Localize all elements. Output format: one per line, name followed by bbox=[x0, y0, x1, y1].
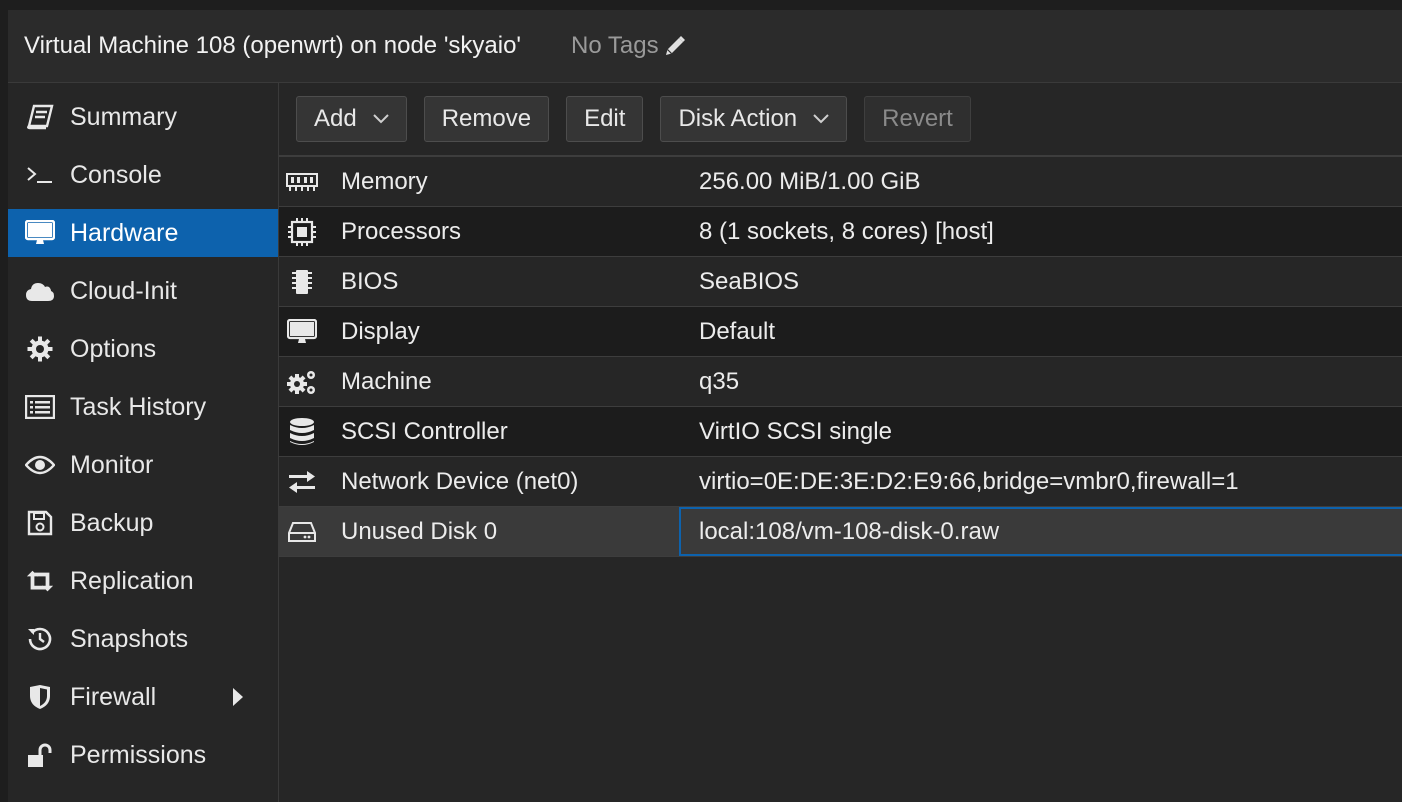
book-icon bbox=[25, 102, 55, 132]
database-icon bbox=[285, 417, 319, 447]
panel-header: Virtual Machine 108 (openwrt) on node 's… bbox=[8, 10, 1402, 83]
row-name: Processors bbox=[341, 217, 462, 245]
row-name: Display bbox=[341, 317, 420, 345]
terminal-icon bbox=[25, 160, 55, 190]
row-value: SeaBIOS bbox=[699, 267, 800, 295]
row-value: local:108/vm-108-disk-0.raw bbox=[679, 507, 1402, 556]
tags-editor[interactable]: No Tags bbox=[571, 32, 687, 60]
row-name: Network Device (net0) bbox=[341, 467, 579, 495]
microchip-icon bbox=[285, 267, 319, 297]
hardware-grid: Memory 256.00 MiB/1.00 GiB Processors 8 … bbox=[279, 157, 1402, 557]
gear-icon bbox=[25, 334, 55, 364]
sidebar-item-backup[interactable]: Backup bbox=[8, 499, 278, 547]
sidebar-item-snapshots[interactable]: Snapshots bbox=[8, 615, 278, 663]
sidebar-item-firewall[interactable]: Firewall bbox=[8, 673, 278, 721]
list-icon bbox=[25, 392, 55, 422]
monitor-icon bbox=[25, 218, 55, 248]
desktop-icon bbox=[285, 317, 319, 347]
row-value: VirtIO SCSI single bbox=[699, 417, 892, 445]
sidebar-item-cloud-init[interactable]: Cloud-Init bbox=[8, 267, 278, 315]
eye-icon bbox=[25, 450, 55, 480]
table-row[interactable]: SCSI Controller VirtIO SCSI single bbox=[279, 407, 1402, 457]
sidebar-item-options[interactable]: Options bbox=[8, 325, 278, 373]
chevron-down-icon bbox=[813, 114, 829, 124]
sidebar-item-label: Replication bbox=[70, 566, 194, 595]
add-button-label: Add bbox=[314, 105, 357, 132]
cogs-icon bbox=[285, 367, 319, 397]
table-row[interactable]: Network Device (net0) virtio=0E:DE:3E:D2… bbox=[279, 457, 1402, 507]
table-row[interactable]: BIOS SeaBIOS bbox=[279, 257, 1402, 307]
sidebar: Summary Console Hardware Cloud-Init Opti… bbox=[8, 83, 279, 802]
sidebar-item-label: Snapshots bbox=[70, 624, 189, 653]
revert-button-label: Revert bbox=[882, 105, 953, 132]
row-value: q35 bbox=[699, 367, 740, 395]
table-row[interactable]: Display Default bbox=[279, 307, 1402, 357]
sidebar-item-label: Cloud-Init bbox=[70, 276, 177, 305]
remove-button-label: Remove bbox=[441, 105, 532, 132]
unlock-icon bbox=[25, 740, 55, 770]
row-value: 8 (1 sockets, 8 cores) [host] bbox=[699, 217, 994, 245]
sidebar-item-console[interactable]: Console bbox=[8, 151, 278, 199]
row-name: Unused Disk 0 bbox=[341, 517, 498, 545]
edit-button-label: Edit bbox=[584, 105, 626, 132]
sidebar-item-summary[interactable]: Summary bbox=[8, 93, 278, 141]
revert-button[interactable]: Revert bbox=[864, 96, 971, 142]
sidebar-item-monitor[interactable]: Monitor bbox=[8, 441, 278, 489]
sidebar-item-label: Backup bbox=[70, 508, 154, 537]
remove-button[interactable]: Remove bbox=[423, 96, 550, 142]
floppy-icon bbox=[25, 508, 55, 538]
sidebar-item-label: Options bbox=[70, 334, 157, 363]
vm-panel: Virtual Machine 108 (openwrt) on node 's… bbox=[8, 10, 1402, 802]
sidebar-item-label: Task History bbox=[70, 392, 207, 421]
row-name: Machine bbox=[341, 367, 432, 395]
sidebar-item-label: Console bbox=[70, 160, 162, 189]
table-row[interactable]: Processors 8 (1 sockets, 8 cores) [host] bbox=[279, 207, 1402, 257]
sidebar-item-task-history[interactable]: Task History bbox=[8, 383, 278, 431]
exchange-icon bbox=[285, 467, 319, 497]
sidebar-item-permissions[interactable]: Permissions bbox=[8, 731, 278, 779]
submenu-arrow-icon[interactable] bbox=[232, 688, 244, 706]
row-name: SCSI Controller bbox=[341, 417, 508, 445]
add-button[interactable]: Add bbox=[296, 96, 407, 142]
chevron-down-icon bbox=[372, 114, 389, 124]
edit-button[interactable]: Edit bbox=[566, 96, 644, 142]
sidebar-item-hardware[interactable]: Hardware bbox=[8, 209, 278, 257]
toolbar: Add Remove Edit Disk Action Revert bbox=[279, 83, 1402, 157]
sidebar-item-label: Hardware bbox=[70, 218, 179, 247]
memory-icon bbox=[285, 167, 319, 197]
cloud-icon bbox=[25, 276, 55, 306]
retweet-icon bbox=[25, 566, 55, 596]
sidebar-item-label: Firewall bbox=[70, 682, 157, 711]
page-title: Virtual Machine 108 (openwrt) on node 's… bbox=[24, 32, 522, 59]
row-name: BIOS bbox=[341, 267, 399, 295]
sidebar-item-label: Permissions bbox=[70, 740, 207, 769]
table-row[interactable]: Machine q35 bbox=[279, 357, 1402, 407]
disk-action-button-label: Disk Action bbox=[678, 105, 798, 132]
tags-label: No Tags bbox=[571, 32, 659, 59]
sidebar-item-replication[interactable]: Replication bbox=[8, 557, 278, 605]
row-value: 256.00 MiB/1.00 GiB bbox=[699, 167, 921, 195]
table-row[interactable]: Memory 256.00 MiB/1.00 GiB bbox=[279, 157, 1402, 207]
hdd-icon bbox=[285, 517, 319, 547]
row-name: Memory bbox=[341, 167, 428, 195]
row-value: Default bbox=[699, 317, 776, 345]
sidebar-item-label: Summary bbox=[70, 102, 177, 131]
history-icon bbox=[25, 624, 55, 654]
disk-action-button[interactable]: Disk Action bbox=[660, 96, 848, 142]
cpu-icon bbox=[285, 217, 319, 247]
shield-icon bbox=[25, 682, 55, 712]
pencil-icon[interactable] bbox=[663, 34, 687, 58]
hardware-panel: Add Remove Edit Disk Action Revert Memor… bbox=[279, 83, 1402, 802]
sidebar-item-label: Monitor bbox=[70, 450, 154, 479]
table-row-selected[interactable]: Unused Disk 0 local:108/vm-108-disk-0.ra… bbox=[279, 507, 1402, 557]
row-value: virtio=0E:DE:3E:D2:E9:66,bridge=vmbr0,fi… bbox=[699, 467, 1239, 495]
